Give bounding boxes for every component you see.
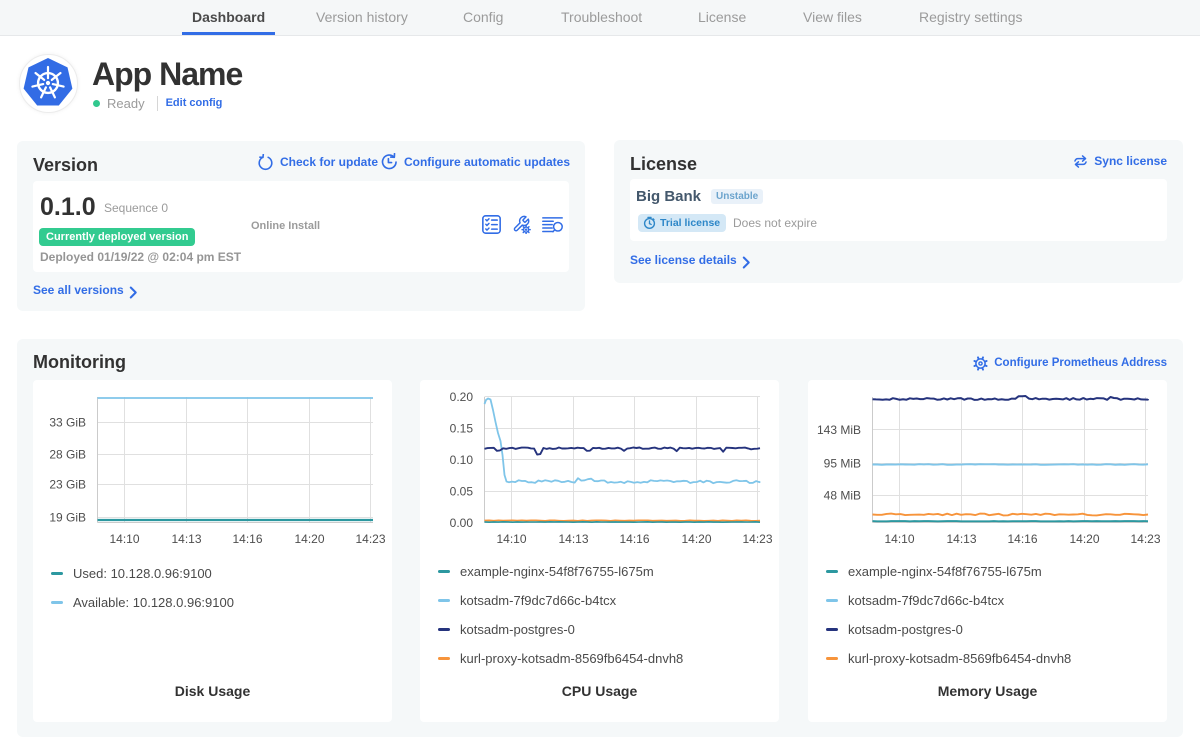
svg-text:14:13: 14:13 <box>171 532 201 546</box>
svg-text:14:23: 14:23 <box>742 532 772 546</box>
svg-text:14:16: 14:16 <box>619 532 649 546</box>
svg-text:33 GiB: 33 GiB <box>49 416 86 430</box>
svg-text:14:20: 14:20 <box>294 532 324 546</box>
svg-text:14:13: 14:13 <box>558 532 588 546</box>
svg-text:0.00: 0.00 <box>450 516 474 530</box>
svg-text:0.05: 0.05 <box>450 485 474 499</box>
svg-text:14:16: 14:16 <box>1007 532 1037 546</box>
svg-text:0.20: 0.20 <box>450 390 474 404</box>
svg-text:14:20: 14:20 <box>681 532 711 546</box>
svg-text:0.10: 0.10 <box>450 453 474 467</box>
svg-text:143 MiB: 143 MiB <box>817 423 861 437</box>
svg-text:23 GiB: 23 GiB <box>49 478 86 492</box>
svg-text:14:16: 14:16 <box>232 532 262 546</box>
svg-text:14:23: 14:23 <box>355 532 385 546</box>
svg-text:28 GiB: 28 GiB <box>49 448 86 462</box>
svg-text:0.15: 0.15 <box>450 422 474 436</box>
svg-text:48 MiB: 48 MiB <box>824 489 861 503</box>
svg-text:14:10: 14:10 <box>109 532 139 546</box>
svg-text:14:13: 14:13 <box>946 532 976 546</box>
svg-text:14:10: 14:10 <box>884 532 914 546</box>
svg-text:14:20: 14:20 <box>1069 532 1099 546</box>
svg-text:95 MiB: 95 MiB <box>824 457 861 471</box>
svg-text:14:10: 14:10 <box>496 532 526 546</box>
svg-text:19 GiB: 19 GiB <box>49 511 86 525</box>
svg-text:14:23: 14:23 <box>1130 532 1160 546</box>
